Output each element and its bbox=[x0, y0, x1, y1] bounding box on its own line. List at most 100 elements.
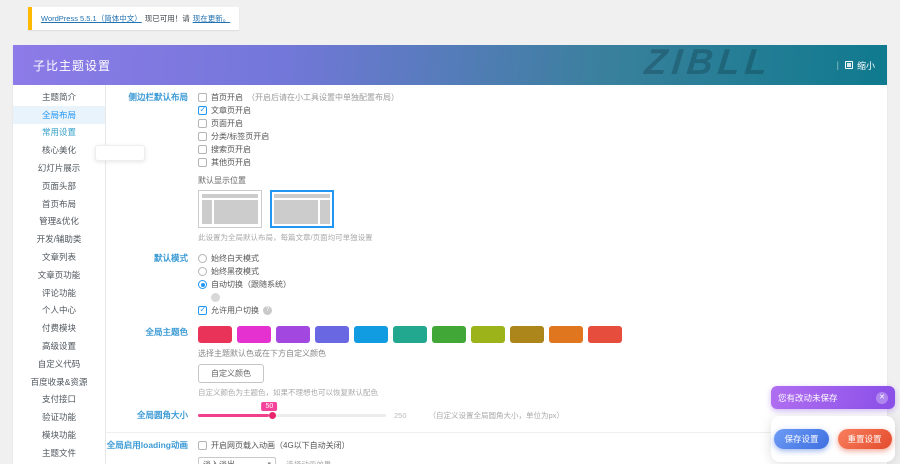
radio-light-mode[interactable]: 始终白天模式 bbox=[198, 252, 877, 265]
checkbox-category-enable[interactable]: 分类/标签页开启 bbox=[198, 130, 877, 143]
sidebar-item-verification[interactable]: 验证功能 bbox=[13, 408, 105, 426]
setting-label: 默认模式 bbox=[106, 252, 198, 317]
slider-thumb[interactable] bbox=[269, 412, 276, 419]
tooltip-popup bbox=[95, 145, 145, 161]
color-swatch[interactable] bbox=[393, 326, 427, 343]
sidebar-item-core-beautify[interactable]: 核心美化 bbox=[13, 141, 105, 159]
sidebar-item-slideshow[interactable]: 幻灯片展示 bbox=[13, 159, 105, 177]
setting-row-theme-color: 全局主题色 选择主题默认色或在下 bbox=[106, 326, 877, 398]
sidebar-item-global-layout[interactable]: 全局布局 bbox=[13, 106, 105, 124]
checkbox-icon[interactable] bbox=[198, 306, 207, 315]
radio-icon[interactable] bbox=[198, 280, 207, 289]
color-swatch[interactable] bbox=[549, 326, 583, 343]
sidebar-item-baidu-resources[interactable]: 百度收录&资源 bbox=[13, 373, 105, 391]
sidebar-item-dev-tools[interactable]: 开发/辅助类 bbox=[13, 230, 105, 248]
chevron-down-icon: ▾ bbox=[267, 460, 271, 464]
color-swatch[interactable] bbox=[471, 326, 505, 343]
color-swatch[interactable] bbox=[237, 326, 271, 343]
animation-note: 选择动画效果 bbox=[286, 460, 331, 464]
panel-header: 子比主题设置 ZIBLL | 缩小 bbox=[13, 45, 887, 85]
color-swatch[interactable] bbox=[276, 326, 310, 343]
checkbox-icon[interactable] bbox=[198, 132, 207, 141]
checkbox-icon[interactable] bbox=[198, 106, 207, 115]
wp-version-link[interactable]: WordPress 5.5.1（简体中文） bbox=[41, 13, 142, 24]
page-title: 子比主题设置 bbox=[13, 57, 111, 74]
floating-save-area: 您有改动未保存 ✕ 保存设置 重置设置 bbox=[771, 386, 895, 462]
checkbox-icon[interactable] bbox=[198, 145, 207, 154]
sidebar-item-user-center[interactable]: 个人中心 bbox=[13, 302, 105, 320]
setting-label: 全局圆角大小 bbox=[106, 409, 198, 422]
checkbox-icon[interactable] bbox=[198, 441, 207, 450]
radius-slider[interactable]: 50 bbox=[198, 414, 386, 417]
layout-thumb-sidebar-left[interactable] bbox=[198, 190, 262, 228]
checkbox-page-enable[interactable]: 页面开启 bbox=[198, 117, 877, 130]
divider: | bbox=[837, 60, 839, 70]
checkbox-icon[interactable] bbox=[198, 93, 207, 102]
mode-extra-icon bbox=[211, 293, 220, 302]
radio-dark-mode[interactable]: 始终黑夜模式 bbox=[198, 265, 877, 278]
color-swatch[interactable] bbox=[198, 326, 232, 343]
slider-max-label: 250 bbox=[394, 411, 407, 420]
layout-note: 此设置为全局默认布局，每篇文章/页面均可单独设置 bbox=[198, 232, 877, 243]
checkbox-allow-user-switch[interactable]: 允许用户切换 ? bbox=[198, 304, 877, 317]
setting-row-sidebar-layout: 侧边栏默认布局 首页开启 （开启后请在小工具设置中单独配置布局） 文章页开启 页… bbox=[106, 91, 877, 243]
sidebar-item-comments[interactable]: 评论功能 bbox=[13, 284, 105, 302]
radio-icon[interactable] bbox=[198, 254, 207, 263]
color-swatch[interactable] bbox=[354, 326, 388, 343]
reset-button[interactable]: 重置设置 bbox=[838, 429, 892, 449]
layout-thumb-sidebar-right[interactable] bbox=[270, 190, 334, 228]
checkbox-icon[interactable] bbox=[198, 119, 207, 128]
slider-value-badge: 50 bbox=[262, 402, 278, 411]
setting-label: 全局启用loading动画 bbox=[106, 439, 198, 464]
setting-label: 全局主题色 bbox=[106, 326, 198, 398]
color-swatch[interactable] bbox=[510, 326, 544, 343]
checkbox-home-enable[interactable]: 首页开启 （开启后请在小工具设置中单独配置布局） bbox=[198, 91, 877, 104]
setting-row-default-mode: 默认模式 始终白天模式 始终黑夜模式 自动切换（跟随系统） bbox=[106, 252, 877, 317]
sidebar-item-page-header[interactable]: 页面头部 bbox=[13, 177, 105, 195]
color-swatch[interactable] bbox=[315, 326, 349, 343]
sidebar-item-common-settings[interactable]: 常用设置 bbox=[13, 124, 105, 142]
settings-sidebar: 主题简介 全局布局 常用设置 核心美化 幻灯片展示 页面头部 首页布局 管理&优… bbox=[13, 85, 106, 464]
collapse-label: 缩小 bbox=[857, 59, 875, 72]
close-icon[interactable]: ✕ bbox=[876, 392, 888, 404]
radio-auto-mode[interactable]: 自动切换（跟随系统） bbox=[198, 278, 877, 291]
wp-update-notice: WordPress 5.5.1（简体中文） 现已可用！请 现在更新。 bbox=[28, 7, 239, 30]
notice-text: 现已可用！请 bbox=[145, 13, 190, 24]
sidebar-item-payment-api[interactable]: 支付接口 bbox=[13, 391, 105, 409]
sidebar-item-home-layout[interactable]: 首页布局 bbox=[13, 195, 105, 213]
sidebar-item-paid-modules[interactable]: 付费模块 bbox=[13, 319, 105, 337]
color-swatch[interactable] bbox=[588, 326, 622, 343]
sidebar-item-advanced[interactable]: 高级设置 bbox=[13, 337, 105, 355]
setting-row-loading: 全局启用loading动画 开启网页载入动画（4G以下自动关闭） 淡入淡出 ▾ … bbox=[106, 432, 877, 464]
checkbox-other-enable[interactable]: 其他页开启 bbox=[198, 156, 877, 169]
help-icon[interactable]: ? bbox=[263, 306, 272, 315]
color-swatch[interactable] bbox=[432, 326, 466, 343]
checkbox-post-enable[interactable]: 文章页开启 bbox=[198, 104, 877, 117]
unsaved-changes-banner: 您有改动未保存 ✕ bbox=[771, 386, 895, 409]
radio-icon[interactable] bbox=[198, 267, 207, 276]
setting-label: 侧边栏默认布局 bbox=[106, 91, 198, 243]
save-button[interactable]: 保存设置 bbox=[774, 429, 828, 449]
checkbox-icon[interactable] bbox=[198, 158, 207, 167]
sidebar-item-manage-optimize[interactable]: 管理&优化 bbox=[13, 213, 105, 231]
sidebar-item-theme-intro[interactable]: 主题简介 bbox=[13, 88, 105, 106]
custom-color-button[interactable]: 自定义颜色 bbox=[198, 364, 264, 383]
theme-settings-panel: 子比主题设置 ZIBLL | 缩小 主题简介 全局布局 常用设置 核心美化 幻灯… bbox=[13, 45, 887, 464]
sidebar-item-custom-code[interactable]: 自定义代码 bbox=[13, 355, 105, 373]
update-now-link[interactable]: 现在更新。 bbox=[193, 13, 231, 24]
color-swatches bbox=[198, 326, 877, 343]
slider-fill bbox=[198, 414, 269, 417]
sidebar-item-post-list[interactable]: 文章列表 bbox=[13, 248, 105, 266]
position-title: 默认显示位置 bbox=[198, 175, 877, 186]
zibll-watermark: ZIBLL bbox=[643, 45, 774, 83]
slider-note: （自定义设置全局圆角大小，单位为px） bbox=[429, 410, 564, 421]
sidebar-item-theme-files[interactable]: 主题文件 bbox=[13, 444, 105, 462]
animation-select[interactable]: 淡入淡出 ▾ bbox=[198, 457, 276, 464]
actions-card: 保存设置 重置设置 bbox=[771, 416, 895, 462]
checkbox-search-enable[interactable]: 搜索页开启 bbox=[198, 143, 877, 156]
collapse-panel-button[interactable]: | 缩小 bbox=[837, 45, 875, 85]
sidebar-item-module-features[interactable]: 模块功能 bbox=[13, 426, 105, 444]
shrink-icon bbox=[845, 61, 853, 69]
sidebar-item-post-page[interactable]: 文章页功能 bbox=[13, 266, 105, 284]
settings-main: 侧边栏默认布局 首页开启 （开启后请在小工具设置中单独配置布局） 文章页开启 页… bbox=[106, 85, 887, 464]
